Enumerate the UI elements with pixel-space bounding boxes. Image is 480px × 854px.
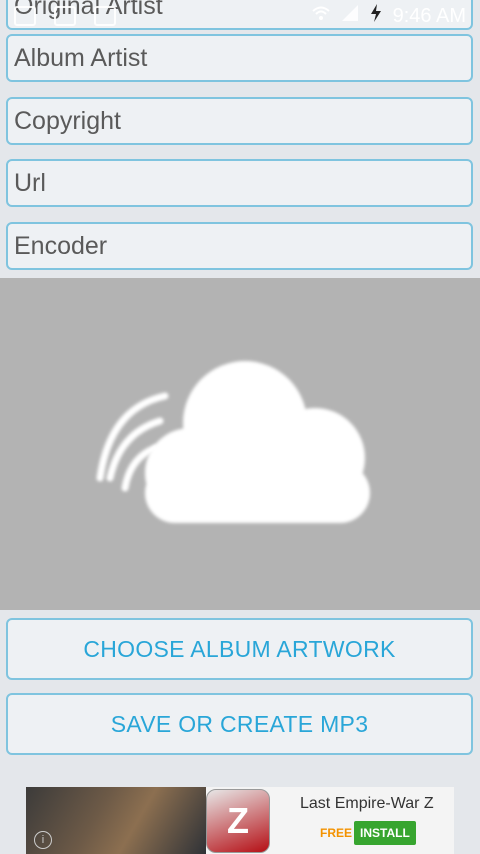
ad-price: FREE: [320, 826, 353, 840]
encoder-field[interactable]: Encoder: [6, 222, 473, 270]
field-placeholder: Album Artist: [14, 43, 148, 72]
save-or-create-mp3-button[interactable]: SAVE OR CREATE MP3: [6, 693, 473, 755]
ad-banner[interactable]: i Z Last Empire-War Z FREE INSTALL: [26, 787, 454, 854]
field-placeholder: Url: [14, 168, 46, 197]
ad-info-icon[interactable]: i: [34, 831, 52, 849]
copyright-field[interactable]: Copyright: [6, 97, 473, 145]
cloud-sound-icon: [96, 361, 370, 523]
choose-album-artwork-button[interactable]: CHOOSE ALBUM ARTWORK: [6, 618, 473, 680]
notification-icon: [14, 6, 36, 26]
album-artist-field[interactable]: Album Artist: [6, 34, 473, 82]
ad-image[interactable]: [26, 787, 206, 854]
status-time: 9:46 AM: [392, 4, 466, 27]
wifi-icon: [311, 4, 331, 28]
album-artwork-preview[interactable]: [0, 278, 480, 610]
notification-icon: [54, 6, 76, 26]
ad-app-icon[interactable]: Z: [206, 789, 270, 853]
signal-icon: [341, 4, 359, 28]
ad-title[interactable]: Last Empire-War Z: [300, 795, 434, 813]
status-bar: 9:46 AM: [0, 0, 480, 32]
notification-icon: [94, 6, 116, 26]
field-placeholder: Encoder: [14, 231, 108, 260]
ad-install-button[interactable]: INSTALL: [354, 821, 416, 845]
field-placeholder: Copyright: [14, 106, 121, 135]
notification-icons: [14, 6, 116, 26]
battery-charging-icon: [369, 3, 383, 29]
url-field[interactable]: Url: [6, 159, 473, 207]
